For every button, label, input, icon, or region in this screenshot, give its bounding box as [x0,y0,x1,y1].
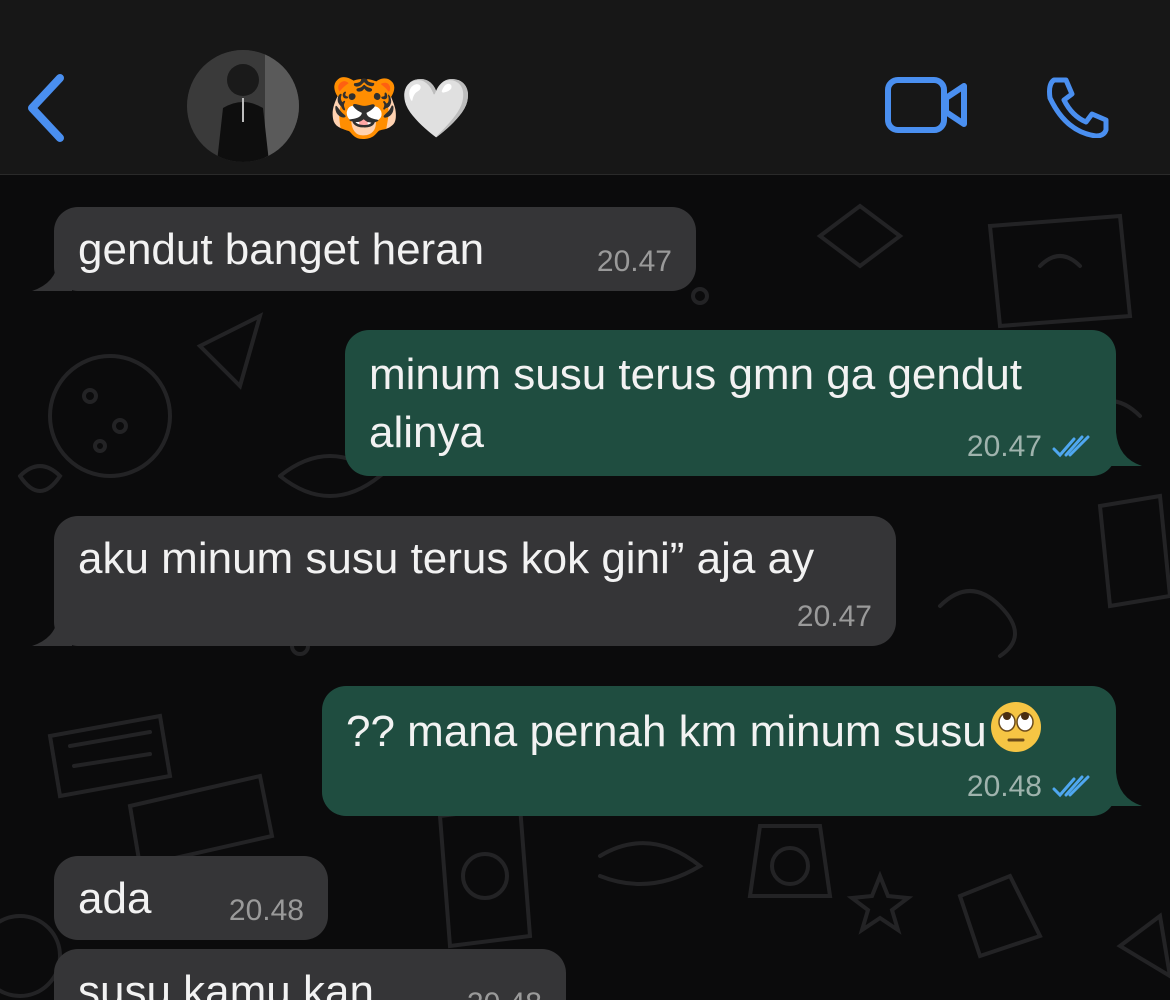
voice-call-button[interactable] [1042,74,1110,139]
face-with-rolling-eyes-icon [990,702,1041,752]
read-receipt-icon [1052,775,1090,798]
message-bubble-outgoing[interactable]: ?? mana pernah km minum susu 20.48 [322,686,1142,816]
message-text: aku minum susu terus kok gini” aja ay [78,534,815,583]
message-time: 20.47 [596,245,672,278]
message-time: 20.48 [228,894,304,927]
message-time: 20.47 [966,430,1042,463]
message-bubble-outgoing[interactable]: minum susu terus gmn ga gendut alinya 20… [345,330,1142,476]
phone-icon [1047,77,1109,139]
contact-name[interactable]: 🐯🤍 [328,70,472,146]
chevron-left-icon [28,74,64,142]
chat-header: 🐯🤍 [0,0,1170,175]
message-bubble-incoming[interactable]: gendut banget heran 20.47 [32,207,696,291]
message-text: ?? mana pernah km minum susu [346,707,987,756]
bubble-tail [32,616,72,646]
message-time: 20.47 [796,600,872,633]
chat-area[interactable]: gendut banget heran 20.47 minum susu ter… [0,176,1170,1000]
video-call-button[interactable] [884,76,970,134]
bubble-tail [32,261,72,291]
avatar-photo [187,50,299,162]
bubble-tail [1102,432,1142,466]
back-button[interactable] [22,70,72,146]
read-receipt-icon [1052,435,1090,458]
contact-avatar[interactable] [187,50,299,162]
message-bubble-incoming[interactable]: ada 20.48 [54,856,328,940]
video-camera-icon [885,77,967,133]
message-text: gendut banget heran [78,225,485,274]
message-time: 20.48 [467,987,542,1000]
message-bubble-incoming[interactable]: aku minum susu terus kok gini” aja ay 20… [32,516,896,646]
bubble-tail [1102,772,1142,806]
message-bubble-incoming[interactable]: susu kamu kan 20.48 [54,949,566,1000]
message-time: 20.48 [966,770,1042,803]
